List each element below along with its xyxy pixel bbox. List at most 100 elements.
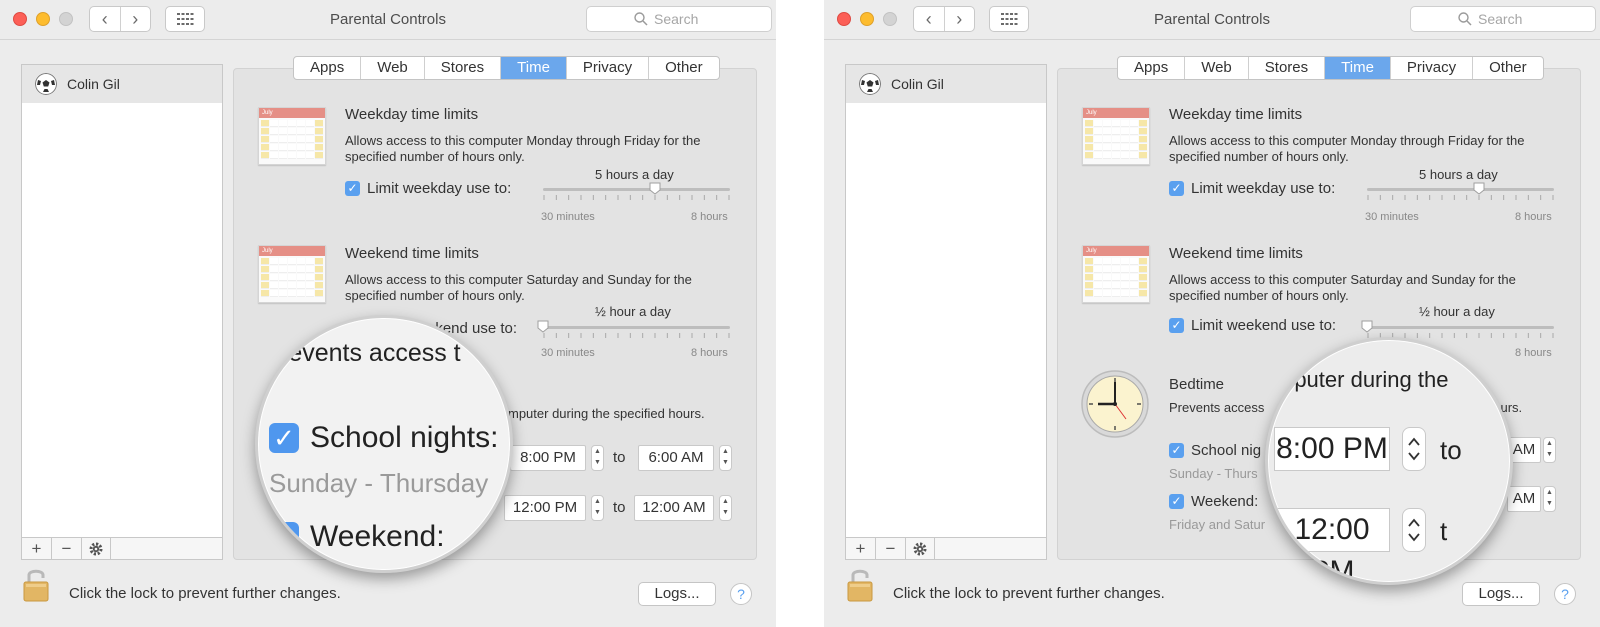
add-user-button[interactable]: + <box>846 538 876 559</box>
school-nights-to-stepper[interactable]: ▲ ▼ <box>1543 437 1556 463</box>
tab-privacy[interactable]: Privacy <box>567 57 650 79</box>
zoomed-from-time-field[interactable]: 8:00 PM <box>1274 427 1390 471</box>
calendar-cell <box>1112 144 1120 151</box>
weekend-checkbox[interactable]: ✓ <box>1169 318 1184 333</box>
remove-user-button[interactable]: − <box>52 538 82 559</box>
zoomed-from-stepper[interactable] <box>1402 427 1426 471</box>
lock-icon[interactable] <box>23 567 49 602</box>
weekend-slider-min: 30 minutes <box>541 347 595 359</box>
weekday-slider-track[interactable] <box>1367 188 1554 191</box>
school-nights-to-stepper[interactable]: ▲ ▼ <box>719 445 732 471</box>
calendar-cell <box>279 290 287 297</box>
calendar-cell <box>279 282 287 289</box>
weekday-calendar-icon: July <box>258 107 326 165</box>
calendar-cell <box>297 120 305 127</box>
calendar-cell <box>297 258 305 265</box>
weekend-slider-max: 8 hours <box>1515 347 1552 359</box>
user-list-item[interactable]: Colin Gil <box>22 65 222 103</box>
calendar-cell <box>315 120 323 127</box>
search-input[interactable] <box>654 11 724 27</box>
tab-web[interactable]: Web <box>1185 57 1249 79</box>
search-field[interactable] <box>586 6 772 32</box>
weekday-slider-thumb[interactable] <box>1473 182 1485 195</box>
user-sidebar: Colin Gil + − <box>21 64 223 560</box>
logs-button[interactable]: Logs... <box>638 582 716 606</box>
settings-button[interactable] <box>82 538 111 559</box>
tab-apps[interactable]: Apps <box>1118 57 1186 79</box>
calendar-cell <box>1103 128 1111 135</box>
calendar-cell <box>1094 274 1102 281</box>
calendar-cell <box>288 120 296 127</box>
user-list-item[interactable]: Colin Gil <box>846 65 1046 103</box>
weekend-to-time[interactable]: 12:00 AM <box>634 495 714 521</box>
calendar-cell <box>1112 274 1120 281</box>
logs-button[interactable]: Logs... <box>1462 582 1540 606</box>
parental-controls-window-left: ‹ › Parental Controls Colin <box>0 0 776 627</box>
weekend-bedtime-checkbox[interactable]: ✓ <box>1169 494 1184 509</box>
calendar-cell <box>306 128 314 135</box>
tab-time[interactable]: Time <box>1325 57 1391 79</box>
weekend-calendar-icon: July <box>258 245 326 303</box>
soccer-ball-avatar-icon <box>859 73 881 95</box>
weekend-slider-track[interactable] <box>543 326 730 329</box>
weekday-slider-thumb[interactable] <box>649 182 661 195</box>
calendar-cell <box>306 258 314 265</box>
tab-other[interactable]: Other <box>649 57 719 79</box>
weekday-description: Allows access to this computer Monday th… <box>345 133 701 164</box>
tab-time[interactable]: Time <box>501 57 567 79</box>
weekday-checkbox[interactable]: ✓ <box>1169 181 1184 196</box>
zoomed-description-fragment: revents access t <box>280 339 461 367</box>
search-icon <box>634 12 648 26</box>
calendar-cell <box>261 274 269 281</box>
settings-button[interactable] <box>906 538 935 559</box>
weekday-slider-track[interactable] <box>543 188 730 191</box>
tab-stores[interactable]: Stores <box>1249 57 1326 79</box>
weekend-from-stepper[interactable]: ▲ ▼ <box>591 495 604 521</box>
search-field[interactable] <box>1410 6 1596 32</box>
weekday-slider-value: 5 hours a day <box>595 167 674 182</box>
school-nights-to-time[interactable]: 6:00 AM <box>638 445 714 471</box>
zoomed-weekend-checkbox[interactable]: ✓ <box>269 522 299 552</box>
remove-user-button[interactable]: − <box>876 538 906 559</box>
weekend-to-stepper[interactable]: ▲ ▼ <box>1543 486 1556 512</box>
add-user-button[interactable]: + <box>22 538 52 559</box>
zoomed-second-stepper[interactable] <box>1402 508 1426 552</box>
zoomed-second-time-field[interactable]: 12:00 PM <box>1274 508 1390 582</box>
weekday-slider-value: 5 hours a day <box>1419 167 1498 182</box>
weekend-slider-value: ½ hour a day <box>595 304 671 319</box>
help-button[interactable]: ? <box>1554 583 1576 605</box>
weekend-slider-thumb[interactable] <box>537 320 549 333</box>
gear-icon <box>913 542 927 555</box>
tab-privacy[interactable]: Privacy <box>1391 57 1474 79</box>
calendar-cell <box>261 136 269 143</box>
search-input[interactable] <box>1478 11 1548 27</box>
lock-icon[interactable] <box>847 567 873 602</box>
school-nights-from-stepper[interactable]: ▲ ▼ <box>591 445 604 471</box>
calendar-cell <box>1085 128 1093 135</box>
zoomed-school-nights-sub: Sunday - Thursday <box>269 468 489 498</box>
school-nights-checkbox[interactable]: ✓ <box>1169 443 1184 458</box>
calendar-cell <box>1121 136 1129 143</box>
weekend-to-time-partial[interactable]: AM <box>1507 486 1541 512</box>
tab-web[interactable]: Web <box>361 57 425 79</box>
weekend-from-time[interactable]: 12:00 PM <box>504 495 586 521</box>
zoomed-school-nights-checkbox[interactable]: ✓ <box>269 423 299 453</box>
soccer-ball-avatar-icon <box>35 73 57 95</box>
weekend-to-stepper[interactable]: ▲ ▼ <box>719 495 732 521</box>
calendar-cell <box>1139 290 1147 297</box>
calendar-cell <box>279 274 287 281</box>
school-nights-from-time[interactable]: 8:00 PM <box>510 445 586 471</box>
tab-apps[interactable]: Apps <box>294 57 362 79</box>
calendar-cell <box>261 266 269 273</box>
calendar-cell <box>1121 274 1129 281</box>
help-button[interactable]: ? <box>730 583 752 605</box>
weekday-checkbox[interactable]: ✓ <box>345 181 360 196</box>
calendar-cell <box>1085 120 1093 127</box>
tab-other[interactable]: Other <box>1473 57 1543 79</box>
weekend-slider-track[interactable] <box>1367 326 1554 329</box>
calendar-cell <box>1094 136 1102 143</box>
tab-stores[interactable]: Stores <box>425 57 502 79</box>
weekend-slider-thumb[interactable] <box>1361 320 1373 333</box>
calendar-cell <box>1085 274 1093 281</box>
calendar-cell <box>288 128 296 135</box>
